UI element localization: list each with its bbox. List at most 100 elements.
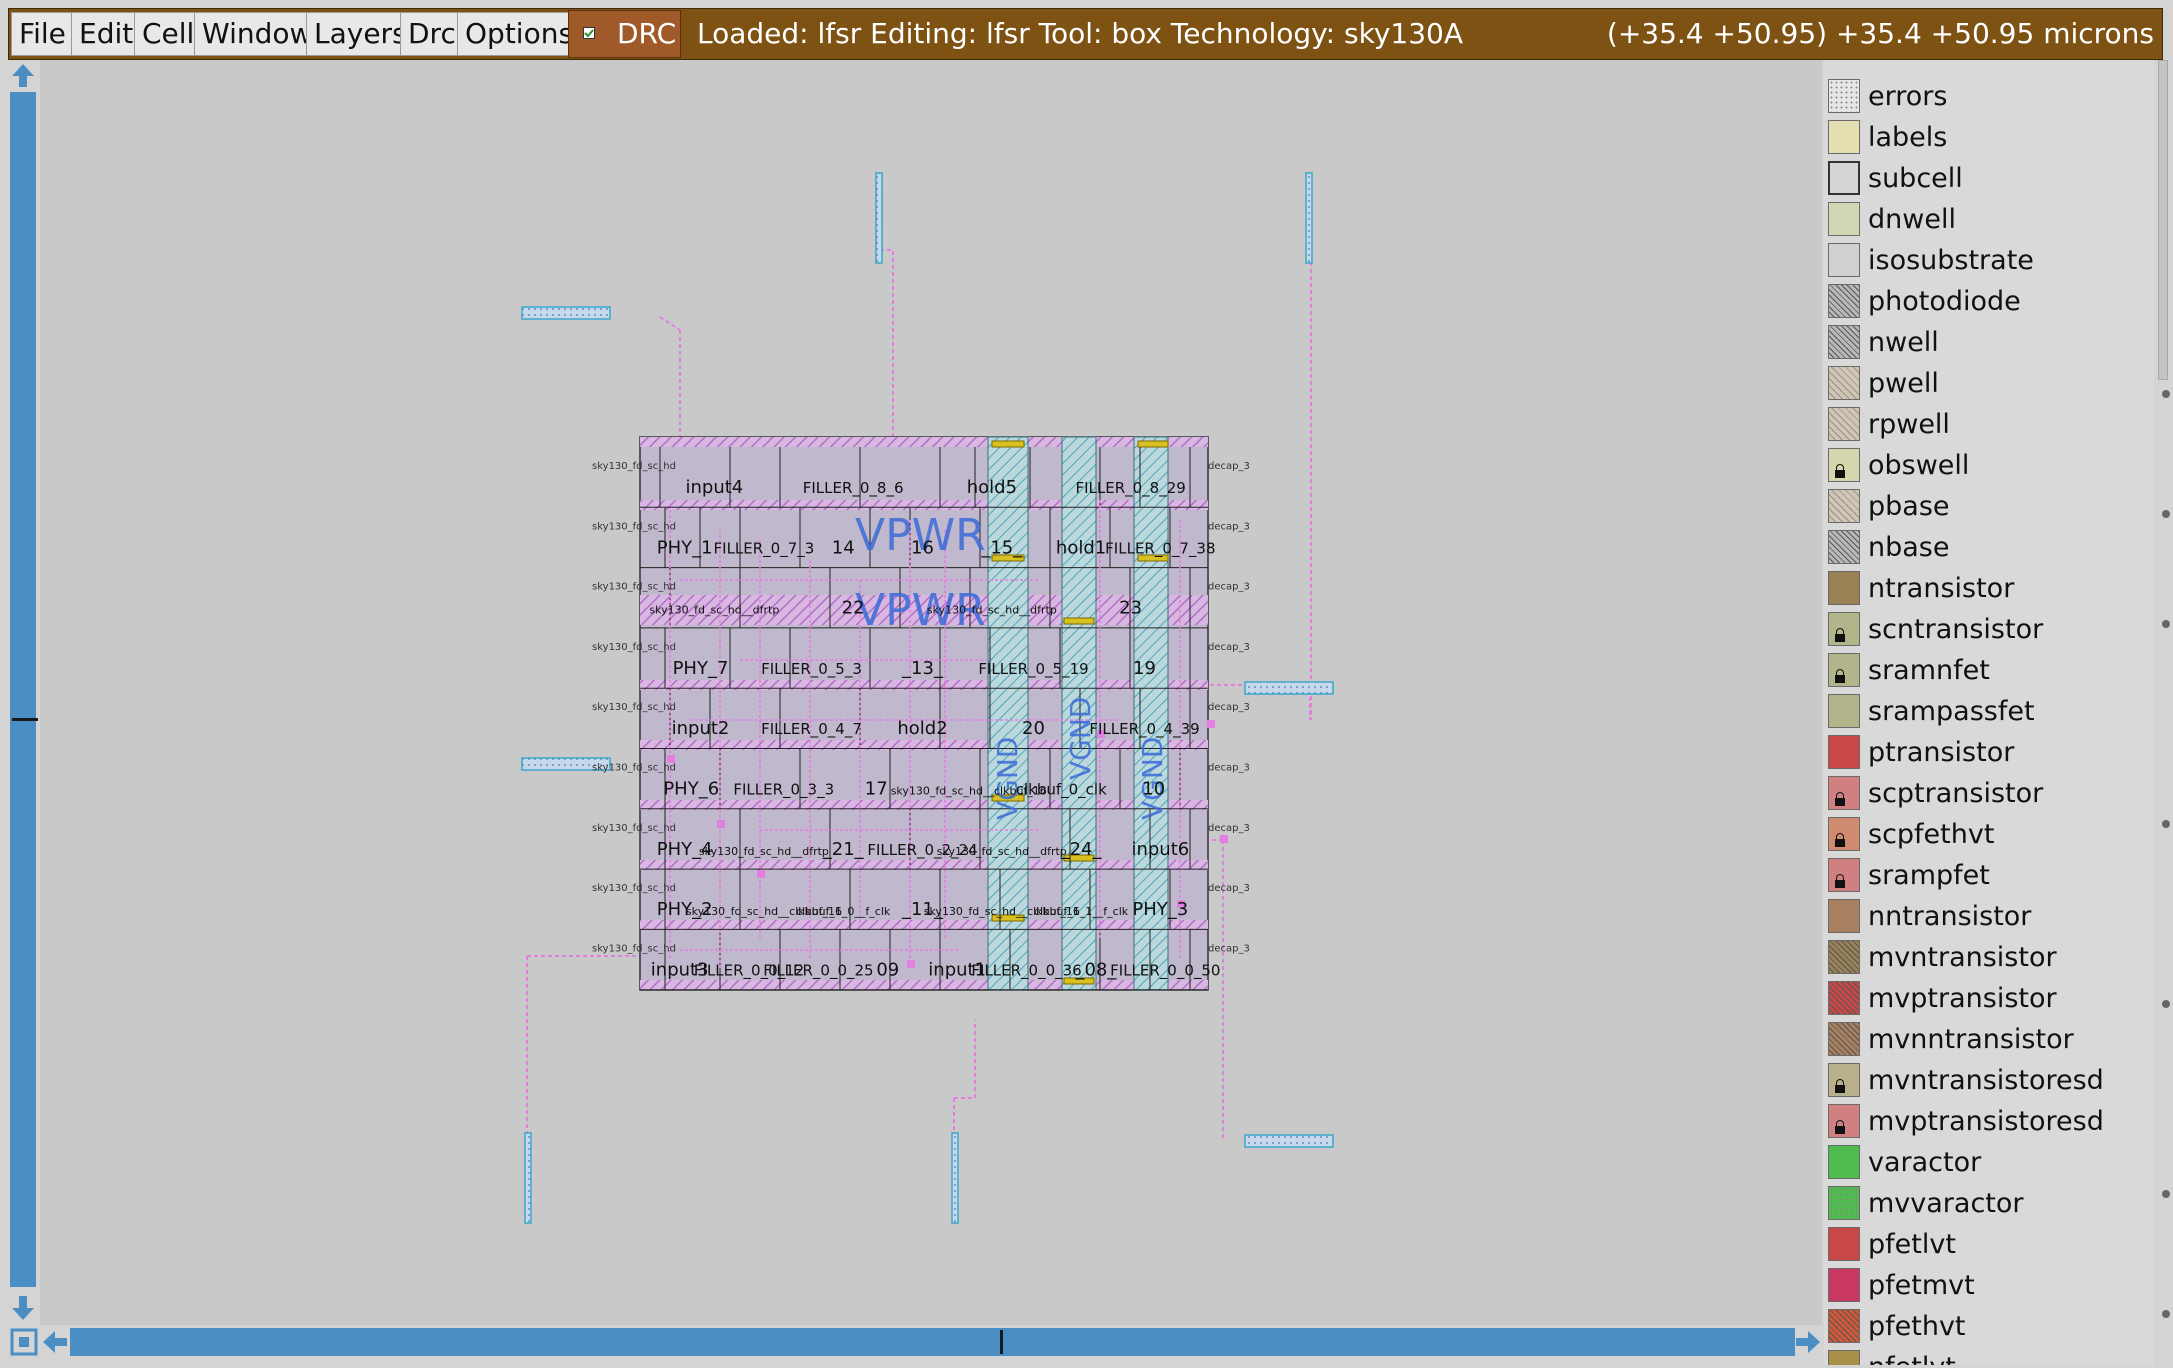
- layer-swatch[interactable]: [1828, 694, 1860, 728]
- layer-swatch[interactable]: [1828, 899, 1860, 933]
- row-left-label: sky130_fd_sc_hd: [592, 823, 676, 834]
- layer-swatch[interactable]: [1828, 1268, 1860, 1302]
- row-right-label: decap_3: [1208, 702, 1250, 713]
- menu-edit[interactable]: Edit: [71, 12, 142, 56]
- layer-item-rpwell[interactable]: rpwell: [1826, 404, 2152, 445]
- menu-drc[interactable]: Drc: [400, 12, 464, 56]
- layer-name: dnwell: [1868, 204, 1956, 235]
- layer-item-mvptransistor[interactable]: mvptransistor: [1826, 978, 2152, 1019]
- layer-item-scntransistor[interactable]: scntransistor: [1826, 609, 2152, 650]
- layer-item-pfetmvt[interactable]: pfetmvt: [1826, 1265, 2152, 1306]
- layer-item-mvntransistoresd[interactable]: mvntransistoresd: [1826, 1060, 2152, 1101]
- layer-name: rpwell: [1868, 409, 1950, 440]
- lock-icon: [1835, 669, 1845, 683]
- layer-item-dnwell[interactable]: dnwell: [1826, 199, 2152, 240]
- layer-swatch[interactable]: [1828, 817, 1860, 851]
- menu-cell[interactable]: Cell: [134, 12, 203, 56]
- layer-swatch[interactable]: [1828, 612, 1860, 646]
- layer-item-srampassfet[interactable]: srampassfet: [1826, 691, 2152, 732]
- layer-item-sramnfet[interactable]: sramnfet: [1826, 650, 2152, 691]
- layout-canvas[interactable]: VPWR VPWR VGND VGND VGND sky130_fd_sc_hd…: [40, 60, 1822, 1325]
- menu-window[interactable]: Window: [194, 12, 321, 56]
- layer-item-mvvaractor[interactable]: mvvaractor: [1826, 1183, 2152, 1224]
- horizontal-scroll-thumb[interactable]: [1000, 1330, 1003, 1354]
- layer-swatch[interactable]: [1828, 1227, 1860, 1261]
- layer-swatch[interactable]: [1828, 325, 1860, 359]
- layer-item-nwell[interactable]: nwell: [1826, 322, 2152, 363]
- layer-item-mvptransistoresd[interactable]: mvptransistoresd: [1826, 1101, 2152, 1142]
- layer-item-ptransistor[interactable]: ptransistor: [1826, 732, 2152, 773]
- layer-swatch[interactable]: [1828, 858, 1860, 892]
- layer-swatch[interactable]: [1828, 1145, 1860, 1179]
- layer-item-pfetlvt[interactable]: pfetlvt: [1826, 1224, 2152, 1265]
- layer-swatch[interactable]: [1828, 1186, 1860, 1220]
- layer-swatch[interactable]: [1828, 1063, 1860, 1097]
- layer-item-photodiode[interactable]: photodiode: [1826, 281, 2152, 322]
- layer-swatch[interactable]: [1828, 530, 1860, 564]
- layer-item-pwell[interactable]: pwell: [1826, 363, 2152, 404]
- menu-layers[interactable]: Layers: [306, 12, 415, 56]
- layer-item-subcell[interactable]: subcell: [1826, 158, 2152, 199]
- layer-item-mvnntransistor[interactable]: mvnntransistor: [1826, 1019, 2152, 1060]
- layer-item-pfethvt[interactable]: pfethvt: [1826, 1306, 2152, 1347]
- layer-item-errors[interactable]: errors: [1826, 76, 2152, 117]
- layer-item-nntransistor[interactable]: nntransistor: [1826, 896, 2152, 937]
- layer-item-isosubstrate[interactable]: isosubstrate: [1826, 240, 2152, 281]
- scroll-left-arrow-icon[interactable]: [40, 1327, 70, 1357]
- drc-toggle[interactable]: DRC: [568, 10, 681, 58]
- cell-instance-label: FILLER_0_0_36: [971, 961, 1081, 980]
- layer-swatch[interactable]: [1828, 571, 1860, 605]
- drc-checkbox[interactable]: [583, 27, 595, 39]
- layer-name: scntransistor: [1868, 614, 2044, 645]
- layer-swatch[interactable]: [1828, 735, 1860, 769]
- layer-item-obswell[interactable]: obswell: [1826, 445, 2152, 486]
- layer-item-srampfet[interactable]: srampfet: [1826, 855, 2152, 896]
- horizontal-scroll-track[interactable]: [70, 1328, 1795, 1356]
- layer-swatch[interactable]: [1828, 120, 1860, 154]
- scroll-up-arrow-icon[interactable]: [8, 60, 38, 90]
- layer-swatch[interactable]: [1828, 202, 1860, 236]
- layer-swatch[interactable]: [1828, 1350, 1860, 1365]
- layers-scroll-thumb[interactable]: [2158, 60, 2168, 380]
- layer-item-nfetlvt[interactable]: nfetlvt: [1826, 1347, 2152, 1365]
- layer-name: pbase: [1868, 491, 1950, 522]
- layer-swatch[interactable]: [1828, 1104, 1860, 1138]
- layer-item-nbase[interactable]: nbase: [1826, 527, 2152, 568]
- layer-swatch[interactable]: [1828, 79, 1860, 113]
- menu-options[interactable]: Options: [457, 12, 582, 56]
- vertical-scroll-track[interactable]: [10, 92, 38, 1287]
- cell-instance-label: 10: [1142, 779, 1165, 800]
- scroll-right-arrow-icon[interactable]: [1793, 1327, 1823, 1357]
- layer-swatch[interactable]: [1828, 284, 1860, 318]
- layer-swatch[interactable]: [1828, 776, 1860, 810]
- cursor-coordinates: (+35.4 +50.95) +35.4 +50.95 microns: [1606, 17, 2154, 50]
- layer-swatch[interactable]: [1828, 243, 1860, 277]
- layer-item-ntransistor[interactable]: ntransistor: [1826, 568, 2152, 609]
- cell-instance-label: _13_: [901, 658, 944, 679]
- layer-item-mvntransistor[interactable]: mvntransistor: [1826, 937, 2152, 978]
- layer-item-scptransistor[interactable]: scptransistor: [1826, 773, 2152, 814]
- layout-drawing: VPWR VPWR VGND VGND VGND sky130_fd_sc_hd…: [521, 172, 1334, 1224]
- layer-swatch[interactable]: [1828, 1022, 1860, 1056]
- layer-item-varactor[interactable]: varactor: [1826, 1142, 2152, 1183]
- layer-swatch[interactable]: [1828, 448, 1860, 482]
- zoom-box-icon[interactable]: [10, 1328, 38, 1356]
- layer-swatch[interactable]: [1828, 366, 1860, 400]
- scroll-down-arrow-icon[interactable]: [8, 1293, 38, 1323]
- row-right-label: decap_3: [1208, 461, 1250, 472]
- layer-swatch[interactable]: [1828, 489, 1860, 523]
- layers-scrollbar[interactable]: [2154, 60, 2170, 1365]
- vertical-scrollbar[interactable]: [8, 60, 38, 1325]
- layer-swatch[interactable]: [1828, 1309, 1860, 1343]
- layer-swatch[interactable]: [1828, 161, 1860, 195]
- layer-swatch[interactable]: [1828, 981, 1860, 1015]
- menu-file[interactable]: File: [11, 12, 74, 56]
- horizontal-scrollbar[interactable]: [8, 1325, 1823, 1359]
- layer-swatch[interactable]: [1828, 407, 1860, 441]
- layer-swatch[interactable]: [1828, 653, 1860, 687]
- layer-swatch[interactable]: [1828, 940, 1860, 974]
- layer-item-scpfethvt[interactable]: scpfethvt: [1826, 814, 2152, 855]
- layer-item-labels[interactable]: labels: [1826, 117, 2152, 158]
- vertical-scroll-thumb[interactable]: [12, 718, 38, 721]
- layer-item-pbase[interactable]: pbase: [1826, 486, 2152, 527]
